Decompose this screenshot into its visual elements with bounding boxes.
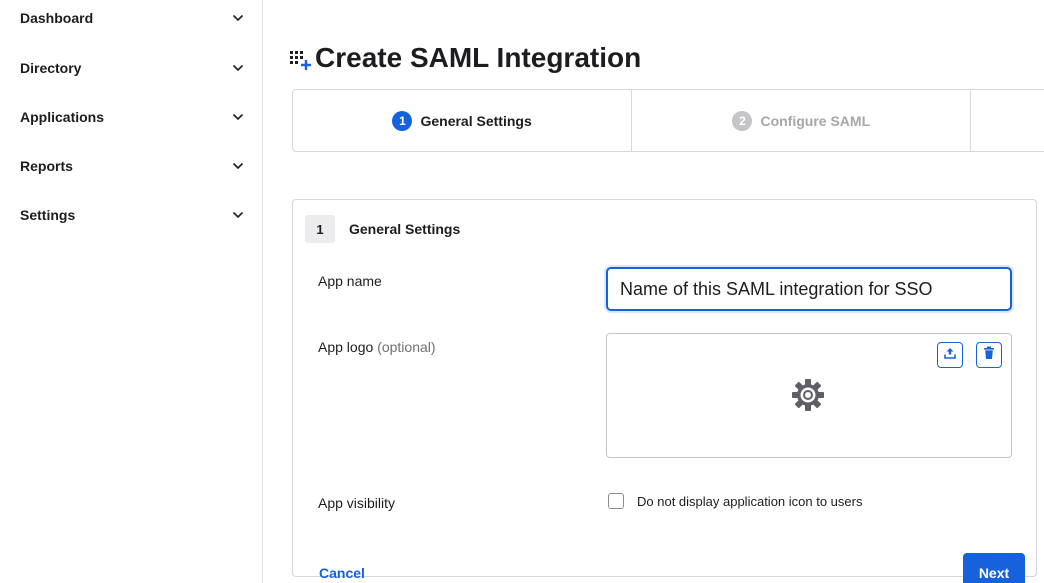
sidebar-item-dashboard[interactable]: Dashboard xyxy=(20,6,245,30)
sidebar-item-label: Applications xyxy=(20,109,105,125)
hide-app-icon-checkbox[interactable] xyxy=(608,493,624,509)
step-next-placeholder xyxy=(971,90,1044,151)
chevron-down-icon xyxy=(231,208,245,222)
next-button[interactable]: Next xyxy=(963,553,1025,583)
hide-app-icon-checkbox-label[interactable]: Do not display application icon to users xyxy=(637,494,862,509)
sidebar-item-label: Reports xyxy=(20,158,73,174)
sidebar-item-reports[interactable]: Reports xyxy=(20,154,245,178)
section-title: General Settings xyxy=(349,221,461,237)
sidebar-item-applications[interactable]: Applications xyxy=(20,105,245,129)
step-general-settings[interactable]: 1 General Settings xyxy=(293,90,633,151)
app-visibility-label: App visibility xyxy=(318,495,396,511)
section-number: 1 xyxy=(305,215,335,243)
section-header: 1 General Settings xyxy=(305,215,460,243)
step-configure-saml: 2 Configure SAML xyxy=(632,90,972,151)
gear-icon xyxy=(791,378,825,412)
page-title: Create SAML Integration xyxy=(315,42,642,73)
cancel-button[interactable]: Cancel xyxy=(319,565,365,581)
app-logo-label: App logo (optional) xyxy=(318,339,436,355)
upload-icon xyxy=(943,346,957,365)
delete-logo-button[interactable] xyxy=(976,342,1002,368)
page-header: Create SAML Integration xyxy=(289,38,641,78)
step-number-badge: 2 xyxy=(732,110,753,131)
upload-logo-button[interactable] xyxy=(937,342,963,368)
sidebar-nav: Dashboard Directory Applications Reports… xyxy=(0,0,263,583)
sidebar-item-directory[interactable]: Directory xyxy=(20,56,245,80)
sidebar-item-label: Dashboard xyxy=(20,10,94,26)
app-logo-dropzone[interactable] xyxy=(606,333,1012,458)
optional-hint: (optional) xyxy=(377,339,436,355)
sidebar-item-settings[interactable]: Settings xyxy=(20,203,245,227)
step-number-badge: 1 xyxy=(392,110,413,131)
chevron-down-icon xyxy=(231,61,245,75)
add-app-grid-icon xyxy=(289,46,313,70)
general-settings-card: 1 General Settings App name App logo (op… xyxy=(292,199,1037,583)
chevron-down-icon xyxy=(231,159,245,173)
app-logo-label-text: App logo xyxy=(318,339,374,355)
app-name-input[interactable] xyxy=(606,267,1012,311)
trash-icon xyxy=(983,346,995,365)
chevron-down-icon xyxy=(231,110,245,124)
step-label: General Settings xyxy=(420,112,532,129)
chevron-down-icon xyxy=(231,11,245,25)
sidebar-item-label: Directory xyxy=(20,60,82,76)
wizard-stepper: 1 General Settings 2 Configure SAML xyxy=(292,89,1044,152)
app-name-label: App name xyxy=(318,273,382,289)
sidebar-item-label: Settings xyxy=(20,207,76,223)
step-label: Configure SAML xyxy=(760,112,871,129)
